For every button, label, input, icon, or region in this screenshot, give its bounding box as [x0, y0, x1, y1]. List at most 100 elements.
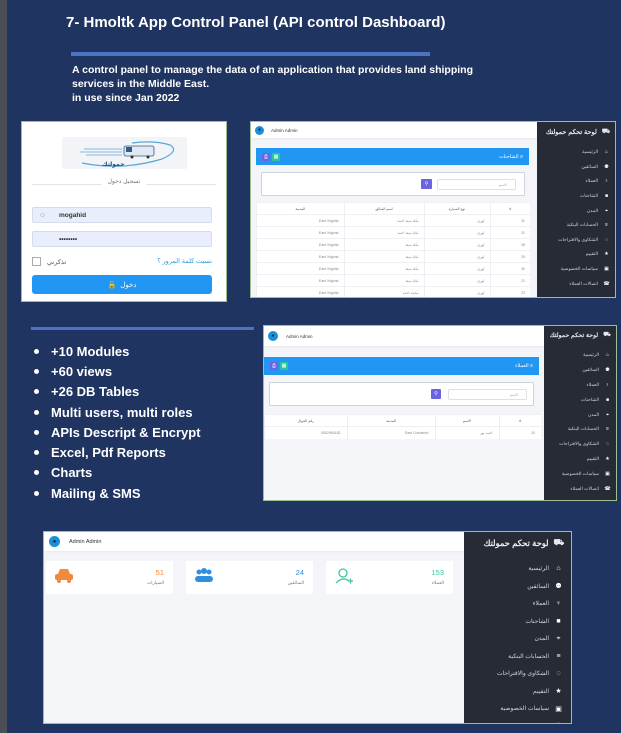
- sidebar-brand[interactable]: ⛟ لوحة تحكم حمولتك: [464, 532, 571, 548]
- user-name[interactable]: Admin Admin: [271, 128, 298, 133]
- username-input[interactable]: ☺ mogahid: [32, 207, 212, 223]
- card-header: ≡ العملاء ⎙ ▦: [264, 357, 539, 375]
- feature-item: +60 views: [34, 361, 201, 381]
- column-header[interactable]: نوع السيارة: [423, 202, 490, 215]
- sidebar-menu: ⌂ الرئيسية ⚉ السائقين ♀ العملاء ■ الشاحنات ⌖ المد…: [544, 348, 616, 496]
- lock-icon: ▣: [605, 470, 610, 477]
- sidebar-item[interactable]: ⌂ الرئيسية: [544, 348, 616, 363]
- column-header[interactable]: #: [489, 202, 530, 215]
- sidebar-item[interactable]: ≡ الحسابات البنكية: [537, 218, 615, 233]
- sidebar-item[interactable]: ≡ الحسابات البنكية: [544, 422, 616, 437]
- top-navbar: ● Admin Admin: [264, 326, 546, 346]
- login-screenshot: حمولتك تسجيل دخول ☺ mogahid •••••••• تذك…: [21, 121, 227, 302]
- stat-card-drivers[interactable]: 24 السائقين: [186, 561, 313, 594]
- stat-card-cars[interactable]: 51 السيارات: [46, 561, 173, 594]
- sidebar-item-label: التقييم: [533, 688, 549, 695]
- table-row[interactable]: 30 لوري ملك سعد East Virginia: [256, 262, 530, 275]
- user-icon: ♀: [555, 600, 562, 608]
- sidebar-item[interactable]: ☎ اتصالات العملاء: [537, 276, 615, 291]
- sidebar-item-label: الحسابات البنكية: [566, 222, 598, 228]
- sidebar-item[interactable]: ♀ العملاء: [544, 378, 616, 393]
- feature-item: +10 Modules: [34, 341, 201, 361]
- table-row[interactable]: 10 احمد نور East Cumarfort 0502984182: [264, 426, 541, 439]
- sidebar-item[interactable]: ♀ العملاء: [464, 595, 571, 613]
- table-header-row: # نوع السيارة اسم السائق المدينة: [256, 202, 530, 215]
- remember-checkbox[interactable]: [32, 257, 41, 266]
- column-header[interactable]: الاسم: [434, 414, 499, 427]
- sidebar-brand[interactable]: ⛟ لوحة تحكم حمولتك: [544, 326, 616, 339]
- excel-button[interactable]: ▦: [272, 152, 280, 161]
- user-icon: ♀: [604, 178, 609, 185]
- avatar[interactable]: ●: [49, 536, 60, 547]
- sidebar-item[interactable]: ⚉ السائقين: [544, 363, 616, 378]
- table-cell: لوري: [423, 238, 490, 251]
- feature-item: Mailing & SMS: [34, 483, 201, 503]
- column-header[interactable]: المدينة: [346, 414, 435, 427]
- bullet-icon: [34, 389, 39, 395]
- column-header[interactable]: #: [498, 414, 541, 427]
- sidebar-item[interactable]: ◌ الشكاوى والاقتراحات: [464, 665, 571, 683]
- sidebar-item[interactable]: ⚉ السائقين: [537, 160, 615, 175]
- table-row[interactable]: 28 لوري ملك سعد East Virginia: [256, 238, 530, 251]
- brand-icon: ⛟: [603, 331, 611, 338]
- sidebar-item[interactable]: ☎ اتصالات العملاء: [544, 481, 616, 496]
- features-list: +10 Modules +60 views +26 DB Tables Multi u…: [34, 341, 201, 503]
- column-header[interactable]: رقم الجوال: [264, 414, 347, 427]
- sidebar-item[interactable]: ★ التقييم: [464, 683, 571, 701]
- table-row[interactable]: 23 لوري محمد احمد East Virginia: [256, 286, 530, 297]
- bullet-icon: [34, 368, 39, 374]
- sidebar-brand[interactable]: ⛟ لوحة تحكم حمولتك: [537, 122, 615, 136]
- excel-button[interactable]: ▦: [280, 362, 288, 370]
- sidebar-item[interactable]: ◌ الشكاوى والاقتراحات: [544, 437, 616, 452]
- stat-card-clients[interactable]: 153 العملاء: [326, 561, 453, 594]
- table-cell: 31: [489, 226, 530, 239]
- sidebar-item[interactable]: ■ الشاحنات: [537, 189, 615, 204]
- user-icon: ♀: [605, 381, 610, 388]
- column-header[interactable]: اسم السائق: [343, 202, 424, 215]
- stat-label: العملاء: [431, 580, 444, 585]
- search-input[interactable]: الاسم: [437, 179, 516, 190]
- sidebar-item[interactable]: ▣ سياسات الخصوصية: [544, 466, 616, 481]
- sidebar-item[interactable]: ■ الشاحنات: [544, 392, 616, 407]
- sidebar-item[interactable]: ◌ الشكاوى والاقتراحات: [537, 233, 615, 248]
- sidebar-item[interactable]: ■ الشاحنات: [464, 613, 571, 631]
- print-button[interactable]: ⎙: [262, 152, 270, 161]
- sidebar-item[interactable]: ⚉ السائقين: [464, 578, 571, 596]
- sidebar-item[interactable]: ⌂ الرئيسية: [464, 560, 571, 578]
- feature-item: Excel, Pdf Reports: [34, 442, 201, 462]
- sidebar-item-label: العملاء: [585, 178, 598, 184]
- sidebar-item[interactable]: ★ التقييم: [544, 452, 616, 467]
- table-row[interactable]: 29 لوري ملك سعد East Virginia: [256, 250, 530, 263]
- table-row[interactable]: 31 لوري ملك سعد احمد East Virginia: [256, 226, 530, 239]
- table-row[interactable]: 21 لوري ملك سعد East Virginia: [256, 274, 530, 287]
- search-button[interactable]: ⚲: [431, 389, 441, 399]
- column-header[interactable]: المدينة: [256, 202, 344, 215]
- sidebar-item[interactable]: ≡ الحسابات البنكية: [464, 648, 571, 666]
- print-button[interactable]: ⎙: [270, 362, 278, 370]
- table-cell: East Virginia: [256, 286, 344, 297]
- avatar[interactable]: ●: [255, 125, 264, 135]
- sidebar-item[interactable]: ▣ سياسات الخصوصية: [464, 700, 571, 718]
- search-input[interactable]: الاسم: [448, 389, 527, 400]
- login-button[interactable]: دخول 🔓: [32, 275, 212, 294]
- sidebar-item[interactable]: ♀ العملاء: [537, 174, 615, 189]
- table-row[interactable]: 31 لوري ملك سعد احمد East Virginia: [256, 214, 530, 227]
- search-button[interactable]: ⚲: [421, 179, 432, 189]
- forgot-password-link[interactable]: نسيت كلمة المرور ؟: [157, 257, 212, 265]
- username-value: mogahid: [59, 211, 87, 219]
- brand-icon: ⛟: [601, 128, 610, 135]
- avatar[interactable]: ●: [268, 331, 278, 341]
- sidebar-item[interactable]: ★ التقييم: [537, 247, 615, 262]
- sidebar-item[interactable]: ⌖ المدن: [464, 630, 571, 648]
- sidebar-item[interactable]: ⌂ الرئيسية: [537, 145, 615, 160]
- sidebar-item[interactable]: ☎ اتصالات العملاء: [464, 718, 571, 724]
- remember-me[interactable]: تذكرني: [32, 257, 66, 266]
- sidebar-item[interactable]: ⌖ المدن: [544, 407, 616, 422]
- user-name[interactable]: Admin Admin: [286, 334, 313, 339]
- sidebar-item[interactable]: ▣ سياسات الخصوصية: [537, 262, 615, 277]
- password-input[interactable]: ••••••••: [32, 231, 212, 247]
- sidebar-item[interactable]: ⌖ المدن: [537, 203, 615, 218]
- user-name[interactable]: Admin Admin: [69, 539, 101, 545]
- truck-icon: ■: [605, 396, 610, 403]
- user-plus-icon: [335, 568, 353, 584]
